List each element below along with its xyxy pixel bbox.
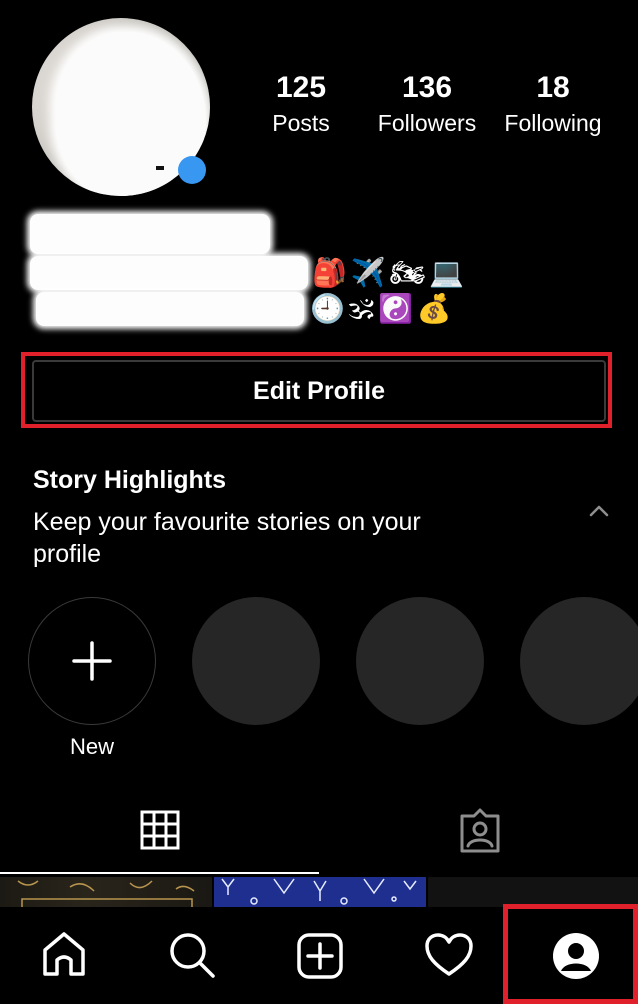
username-redaction bbox=[30, 214, 270, 254]
posts-count-label: Posts bbox=[272, 110, 330, 136]
grid-tab[interactable] bbox=[140, 810, 180, 855]
following-count-label: Following bbox=[504, 110, 602, 136]
new-highlight-label: New bbox=[69, 734, 114, 759]
active-tab-indicator bbox=[0, 872, 319, 874]
post-thumbnail-art bbox=[17, 880, 195, 910]
grid-icon bbox=[140, 810, 180, 850]
highlight-placeholder bbox=[356, 597, 484, 725]
posts-count-value: 125 bbox=[275, 71, 327, 104]
following-count[interactable]: 18 Following bbox=[496, 70, 610, 138]
search-icon bbox=[170, 933, 215, 978]
followers-count-value: 136 bbox=[401, 71, 453, 104]
nav-home-button[interactable] bbox=[40, 930, 88, 983]
story-highlights-subtitle: Keep your favourite stories on your prof… bbox=[33, 508, 421, 568]
nav-search-button[interactable] bbox=[167, 930, 217, 985]
edit-profile-button[interactable]: Edit Profile bbox=[32, 360, 606, 422]
new-highlight-button[interactable] bbox=[28, 597, 156, 725]
new-post-icon bbox=[297, 933, 343, 979]
post-thumbnail[interactable] bbox=[428, 877, 638, 907]
following-count-value: 18 bbox=[536, 71, 570, 104]
post-thumbnail-art bbox=[221, 878, 417, 905]
followers-count-label: Followers bbox=[377, 110, 477, 136]
nav-new-post-button[interactable] bbox=[296, 932, 344, 985]
bio-redaction bbox=[30, 256, 308, 290]
highlight-placeholder bbox=[520, 597, 638, 725]
chevron-up-icon[interactable] bbox=[588, 504, 610, 523]
profile-nav-highlight-box bbox=[503, 904, 638, 1004]
activity-heart-icon bbox=[425, 933, 473, 976]
plus-icon bbox=[72, 641, 112, 681]
home-icon bbox=[43, 932, 85, 976]
highlight-placeholder bbox=[192, 597, 320, 725]
post-thumbnail[interactable] bbox=[0, 877, 212, 910]
bio-emoji-line: 🎒✈️🏍💻 bbox=[312, 257, 469, 288]
bio-redaction bbox=[36, 292, 304, 326]
followers-count[interactable]: 136 Followers bbox=[368, 70, 486, 138]
post-thumbnail[interactable] bbox=[214, 877, 426, 907]
posts-count[interactable]: 125 Posts bbox=[256, 70, 346, 138]
story-highlights-title: Story Highlights bbox=[33, 466, 227, 494]
nav-activity-button[interactable] bbox=[424, 932, 474, 983]
add-story-badge[interactable] bbox=[178, 156, 206, 184]
avatar-detail bbox=[156, 166, 164, 170]
tagged-icon bbox=[460, 808, 500, 853]
tagged-tab[interactable] bbox=[458, 808, 502, 859]
bio-emoji-line: 🕘🕉☯️💰 bbox=[310, 293, 456, 324]
